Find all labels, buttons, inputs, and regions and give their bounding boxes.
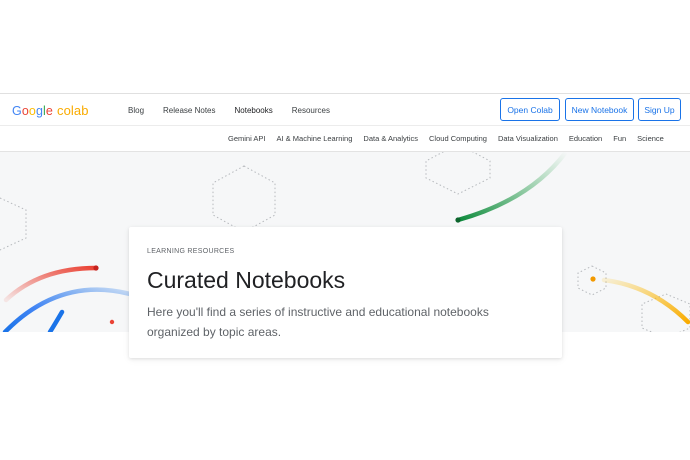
subnav-item-science[interactable]: Science (637, 134, 664, 143)
green-dot-shape (455, 217, 461, 223)
new-notebook-button[interactable]: New Notebook (565, 98, 634, 121)
topic-subnav: Gemini API AI & Machine Learning Data & … (0, 126, 690, 152)
hexagon-outline-shape (212, 165, 276, 233)
nav-link-release-notes[interactable]: Release Notes (163, 106, 215, 115)
red-dot-shape (93, 265, 99, 271)
hexagon-outline-shape (641, 293, 690, 332)
hero-card: LEARNING RESOURCES Curated Notebooks Her… (129, 227, 562, 358)
blue-arc-shape (47, 309, 65, 332)
subnav-item-data-visualization[interactable]: Data Visualization (498, 134, 558, 143)
red-arc-shape (3, 265, 99, 303)
top-navigation-bar: Google colab Blog Release Notes Notebooks… (0, 93, 690, 126)
nav-link-resources[interactable]: Resources (292, 106, 330, 115)
subnav-item-education[interactable]: Education (569, 134, 602, 143)
google-colab-logo[interactable]: Google colab (12, 103, 89, 118)
subnav-item-gemini-api[interactable]: Gemini API (228, 134, 266, 143)
subnav-item-ai-ml[interactable]: AI & Machine Learning (277, 134, 353, 143)
hexagon-outline-shape (425, 152, 491, 195)
primary-nav: Blog Release Notes Notebooks Resources (128, 106, 349, 115)
blue-arc-shape (2, 287, 133, 332)
hexagon-outline-shape (0, 197, 27, 251)
orange-dot-shape (590, 276, 596, 282)
red-dot-shape (109, 319, 115, 325)
colab-wordmark: colab (56, 103, 89, 118)
open-colab-button[interactable]: Open Colab (500, 98, 560, 121)
subnav-item-fun[interactable]: Fun (613, 134, 626, 143)
hero-eyebrow: LEARNING RESOURCES (147, 248, 235, 255)
topic-subnav-items: Gemini API AI & Machine Learning Data & … (228, 134, 675, 143)
sign-up-button[interactable]: Sign Up (638, 98, 681, 121)
subnav-item-data-analytics[interactable]: Data & Analytics (363, 134, 418, 143)
yellow-arc-shape (601, 277, 690, 325)
green-arc-shape (455, 152, 569, 223)
nav-link-blog[interactable]: Blog (128, 106, 144, 115)
hero-description: Here you'll find a series of instructive… (147, 305, 489, 339)
subnav-item-cloud-computing[interactable]: Cloud Computing (429, 134, 487, 143)
page-title: Curated Notebooks (147, 267, 346, 293)
nav-link-notebooks[interactable]: Notebooks (235, 106, 273, 115)
